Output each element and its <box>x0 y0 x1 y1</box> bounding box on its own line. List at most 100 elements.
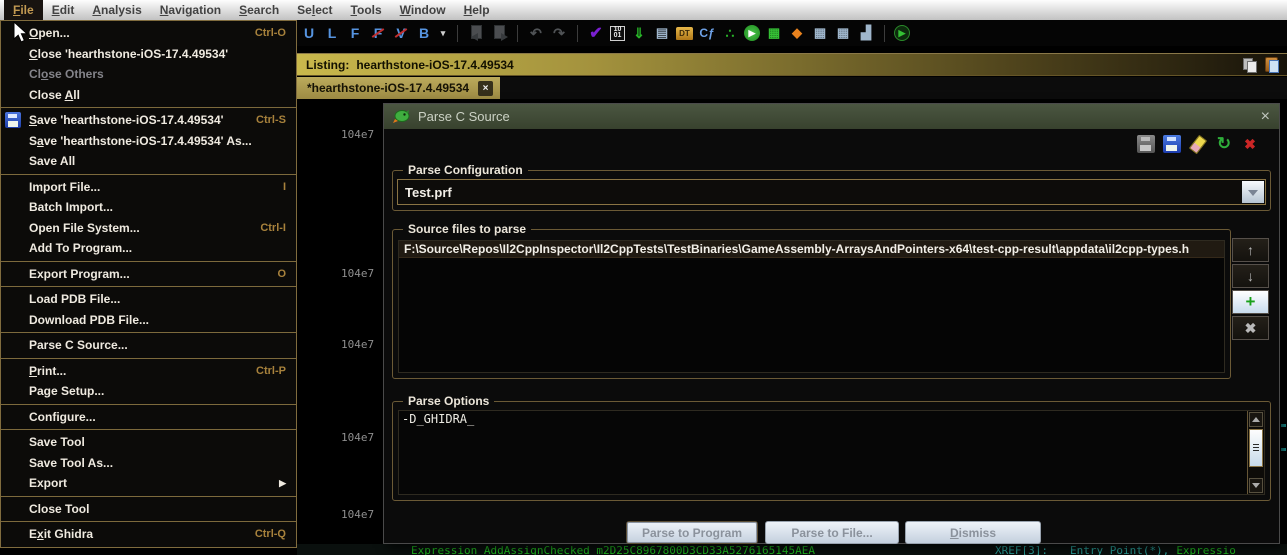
menu-item[interactable]: Open...Ctrl-O <box>1 23 296 44</box>
chart-page-icon[interactable]: ▟ <box>857 24 875 42</box>
menu-item[interactable]: Save Tool As... <box>1 453 296 474</box>
diamond-icon[interactable]: ◆ <box>788 24 806 42</box>
parse-options-textarea[interactable]: -D_GHIDRA_ <box>398 410 1265 495</box>
data-type-manager-icon[interactable]: DT <box>676 27 693 40</box>
menu-item[interactable]: Page Setup... <box>1 381 296 402</box>
v-clear-icon[interactable]: V <box>392 24 410 42</box>
menu-bar-item-label: Search <box>239 3 279 17</box>
dialog-title-bar[interactable]: Parse C Source × <box>384 104 1279 129</box>
tab-close-icon[interactable]: × <box>478 81 493 96</box>
clear-profile-icon[interactable] <box>1189 135 1207 153</box>
menu-item[interactable]: Export Program...O <box>1 264 296 285</box>
menu-bar-item[interactable]: Edit <box>43 0 84 20</box>
menu-item[interactable]: Save Tool <box>1 432 296 453</box>
menu-item-label: Exit Ghidra <box>29 527 93 541</box>
b-code-icon[interactable]: B <box>415 24 433 42</box>
menu-item[interactable]: Load PDB File... <box>1 289 296 310</box>
dismiss-label: Dismiss <box>950 526 996 540</box>
menu-item[interactable]: Open File System...Ctrl-I <box>1 218 296 239</box>
binary-codes-icon[interactable]: 10 01 <box>610 26 625 41</box>
listing-xref-label: XREF[3]: <box>995 544 1048 555</box>
dismiss-button[interactable]: Dismiss <box>905 521 1041 544</box>
table-icon[interactable]: ▦ <box>811 24 829 42</box>
menu-item-label: Load PDB File... <box>29 292 120 306</box>
f-code-icon[interactable]: F <box>346 24 364 42</box>
dialog-title: Parse C Source <box>418 109 510 124</box>
source-files-list[interactable]: F:\Source\Repos\Il2CppInspector\Il2CppTe… <box>398 240 1225 373</box>
menu-item[interactable]: Save 'hearthstone-iOS-17.4.49534'Ctrl-S <box>1 110 296 131</box>
import-down-icon[interactable]: ⇓ <box>630 24 648 42</box>
parse-to-file-button[interactable]: Parse to File... <box>765 521 899 544</box>
menu-bar-item[interactable]: Help <box>455 0 499 20</box>
menu-item[interactable]: Exit GhidraCtrl-Q <box>1 524 296 545</box>
run-script-icon[interactable]: ▶ <box>894 25 910 41</box>
menu-item-label: Configure... <box>29 410 96 424</box>
dialog-close-icon[interactable]: × <box>1261 109 1270 125</box>
menu-item[interactable]: Close All <box>1 85 296 106</box>
run-analysis-icon[interactable]: ▶ <box>744 25 760 41</box>
menu-bar-item[interactable]: Search <box>230 0 288 20</box>
menu-item-label: Close 'hearthstone-iOS-17.4.49534' <box>29 47 228 61</box>
delete-profile-icon[interactable]: ✖ <box>1241 135 1259 153</box>
combobox-dropdown-button[interactable] <box>1242 181 1264 203</box>
menu-item-label: Download PDB File... <box>29 313 149 327</box>
menu-item-label: Save Tool <box>29 435 85 449</box>
u-code-icon[interactable]: U <box>300 24 318 42</box>
menu-bar-item[interactable]: Analysis <box>83 0 150 20</box>
source-files-label: Source files to parse <box>403 222 531 236</box>
menu-bar-item[interactable]: Window <box>391 0 455 20</box>
menu-item[interactable]: Add To Program... <box>1 238 296 259</box>
menu-item[interactable]: Import File...I <box>1 177 296 198</box>
memory-map-icon[interactable]: ▤ <box>653 24 671 42</box>
menu-item[interactable]: Print...Ctrl-P <box>1 361 296 382</box>
l-code-icon[interactable]: L <box>323 24 341 42</box>
listing-address: 104e7 <box>341 508 374 521</box>
menu-bar-item[interactable]: File <box>4 0 43 20</box>
remove-file-button[interactable]: ✖ <box>1232 316 1269 340</box>
menu-item-accelerator: Ctrl-I <box>260 222 286 234</box>
menu-item[interactable]: Close Tool <box>1 499 296 520</box>
save-profile-as-icon[interactable] <box>1163 135 1181 153</box>
vertical-scrollbar[interactable] <box>1247 411 1264 494</box>
menu-bar-item-label: Select <box>297 3 332 17</box>
scrollbar-thumb[interactable] <box>1249 429 1263 467</box>
scrollbar-down-button[interactable] <box>1249 478 1263 493</box>
menu-bar-item[interactable]: Tools <box>342 0 391 20</box>
parse-options-value: -D_GHIDRA_ <box>402 412 474 426</box>
menu-item[interactable]: Parse C Source... <box>1 335 296 356</box>
validate-icon[interactable]: ✔ <box>587 24 605 42</box>
menu-item-accelerator: Ctrl-P <box>256 365 286 377</box>
menu-bar-item[interactable]: Navigation <box>151 0 230 20</box>
menu-bar: File EditAnalysis Navigation Search Select To… <box>0 0 1287 20</box>
menu-item[interactable]: Configure... <box>1 407 296 428</box>
c-function-icon[interactable]: Cƒ <box>698 24 716 42</box>
separator <box>517 25 518 42</box>
menu-item[interactable]: Export▶ <box>1 473 296 494</box>
tab-hearthstone[interactable]: *hearthstone-iOS-17.4.49534 × <box>297 77 500 99</box>
menu-bar-item[interactable]: Select <box>288 0 341 20</box>
source-file-row[interactable]: F:\Source\Repos\Il2CppInspector\Il2CppTe… <box>399 241 1224 258</box>
separator <box>1 358 296 359</box>
paste-icon[interactable] <box>1265 57 1278 72</box>
move-down-button[interactable]: ↓ <box>1232 264 1269 288</box>
menu-bar-item-label: Navigation <box>160 3 221 17</box>
parse-configuration-combobox[interactable]: Test.prf <box>397 179 1266 205</box>
dialog-toolbar: ↻✖ <box>1137 135 1259 153</box>
table-go-icon[interactable]: ▦ <box>834 24 852 42</box>
move-up-button[interactable]: ↑ <box>1232 238 1269 262</box>
symbol-tree-icon[interactable]: ∴ <box>721 24 739 42</box>
add-file-button[interactable]: + <box>1232 290 1269 314</box>
menu-item[interactable]: Save 'hearthstone-iOS-17.4.49534' As... <box>1 131 296 152</box>
menu-item[interactable]: Save All <box>1 151 296 172</box>
menu-item[interactable]: Download PDB File... <box>1 310 296 331</box>
memory-chip-icon[interactable]: ▦ <box>765 24 783 42</box>
f-clear-icon[interactable]: F <box>369 24 387 42</box>
parse-configuration-value: Test.prf <box>405 185 452 200</box>
menu-bar-item-label: File <box>13 3 34 17</box>
dropdown-arrow-icon[interactable]: ▾ <box>438 24 448 42</box>
menu-item[interactable]: Close 'hearthstone-iOS-17.4.49534' <box>1 44 296 65</box>
refresh-icon[interactable]: ↻ <box>1215 135 1233 153</box>
copy-icon[interactable] <box>1242 57 1257 72</box>
menu-item[interactable]: Batch Import... <box>1 197 296 218</box>
scrollbar-up-button[interactable] <box>1249 412 1263 427</box>
